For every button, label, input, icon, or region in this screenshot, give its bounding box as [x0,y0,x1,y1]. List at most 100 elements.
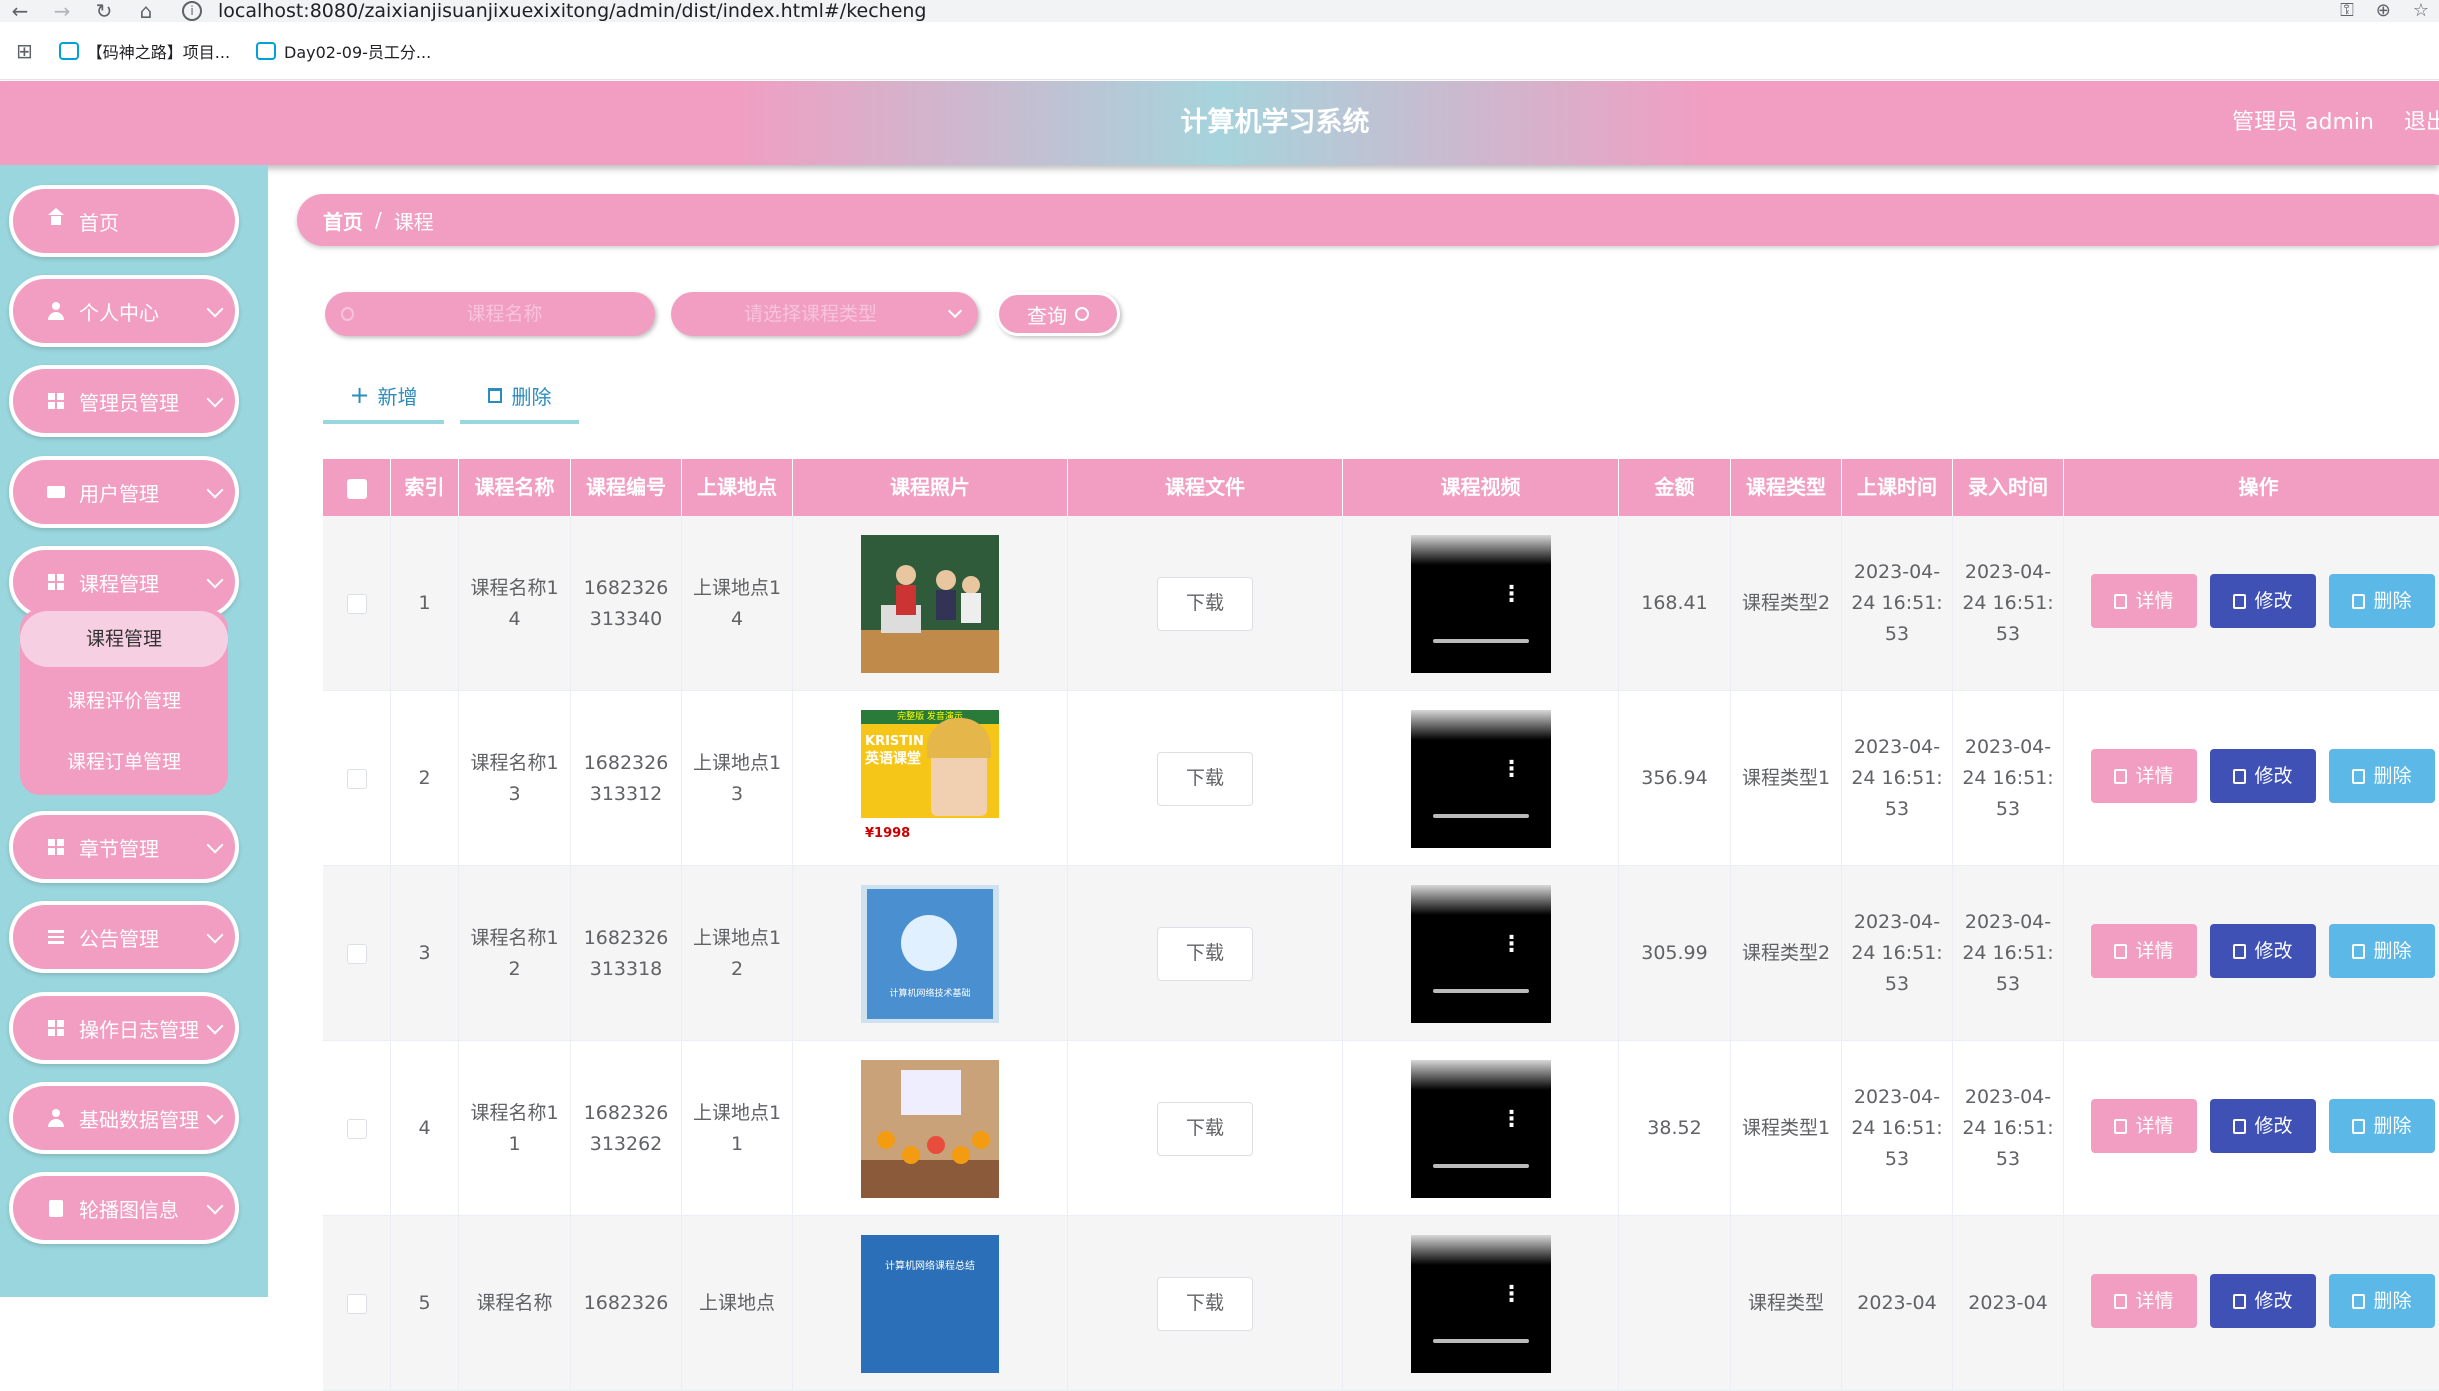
sidebar-item-notice-management[interactable]: 公告管理 [9,901,239,973]
url-field[interactable]: localhost:8080/zaixianjisuanjixuexixiton… [218,0,927,22]
chevron-down-icon [206,1107,224,1125]
more-options-icon[interactable]: ⋮ [1501,933,1523,955]
delete-button[interactable]: 删除 [2329,749,2435,803]
site-info-icon[interactable]: i [182,1,202,21]
chevron-down-icon [206,836,224,854]
download-button[interactable]: 下载 [1157,1101,1253,1156]
table-cell: 2023-04 [1953,1216,2064,1391]
row-checkbox[interactable] [346,593,367,614]
sidebar-item-home[interactable]: 首页 [9,185,239,257]
course-type-select[interactable] [671,292,978,336]
table-cell [323,1041,391,1216]
course-video-player[interactable]: ⋮ [1410,884,1551,1023]
course-name-input[interactable] [354,303,655,325]
detail-button[interactable]: 详情 [2091,1099,2197,1153]
star-icon[interactable]: ☆ [2413,0,2429,21]
cell-entry-time: 2023-04-24 16:51:53 [1962,1086,2054,1170]
edit-label: 修改 [2254,1114,2293,1137]
sidebar-item-label: 用户管理 [79,481,159,506]
edit-button[interactable]: 修改 [2210,1099,2316,1153]
table-cell: 计算机网络课程总结 [793,1216,1068,1391]
edit-button[interactable]: 修改 [2210,574,2316,628]
sidebar-item-user-management[interactable]: 用户管理 [9,456,239,528]
edit-button[interactable]: 修改 [2210,749,2316,803]
table-row: 2 课程名称13 1682326313312 上课地点13 完整版 发音演示 KRISTI… [323,691,2439,866]
logout-link[interactable]: 退出 [2404,81,2439,165]
course-video-player[interactable]: ⋮ [1410,534,1551,673]
more-options-icon[interactable]: ⋮ [1501,1108,1523,1130]
sidebar-item-course-management[interactable]: 课程管理 [9,546,239,618]
video-progress-bar[interactable] [1432,1163,1529,1168]
sidebar-item-chapter-management[interactable]: 章节管理 [9,811,239,883]
detail-button[interactable]: 详情 [2091,749,2197,803]
course-video-player[interactable]: ⋮ [1410,1234,1551,1373]
download-button[interactable]: 下载 [1157,751,1253,806]
download-button[interactable]: 下载 [1157,1276,1253,1331]
row-checkbox[interactable] [346,1118,367,1139]
video-progress-bar[interactable] [1432,1338,1529,1343]
more-options-icon[interactable]: ⋮ [1501,758,1523,780]
grid-icon [47,392,65,410]
apps-icon[interactable]: ⊞ [16,39,33,63]
more-options-icon[interactable]: ⋮ [1501,1283,1523,1305]
column-header: 课程类型 [1731,459,1842,516]
select-all-checkbox[interactable] [346,478,367,499]
sidebar-item-admin-management[interactable]: 管理员管理 [9,365,239,437]
detail-button[interactable]: 详情 [2091,574,2197,628]
reload-icon[interactable]: ↻ [92,0,116,23]
video-progress-bar[interactable] [1432,638,1529,643]
edit-button[interactable]: 修改 [2210,924,2316,978]
detail-button[interactable]: 详情 [2091,1274,2197,1328]
bookmark-item[interactable]: 【码神之路】项目... [58,39,230,63]
home-page-icon[interactable]: ⌂ [134,0,158,23]
pencil-icon [2233,1118,2247,1134]
download-button[interactable]: 下载 [1157,926,1253,981]
edit-button[interactable]: 修改 [2210,1274,2316,1328]
download-button[interactable]: 下载 [1157,576,1253,631]
batch-delete-button[interactable]: 删除 [460,370,579,424]
query-button[interactable]: 查询 [996,292,1120,336]
breadcrumb-home[interactable]: 首页 [323,206,363,235]
bookmark-item[interactable]: Day02-09-员工分... [256,39,431,63]
search-icon [1075,307,1089,321]
photo-caption: 完整版 发音演示 [861,709,999,724]
detail-label: 详情 [2135,939,2174,962]
sidebar-item-personal-center[interactable]: 个人中心 [9,275,239,347]
table-cell: ⋮ [1343,866,1619,1041]
table-cell: 课程类型2 [1731,866,1842,1041]
cell-index: 1 [418,592,431,614]
table-cell: 下载 [1068,866,1343,1041]
video-progress-bar[interactable] [1432,813,1529,818]
sidebar-item-basic-data[interactable]: 基础数据管理 [9,1082,239,1154]
submenu-item-course-review[interactable]: 课程评价管理 [20,673,228,729]
row-checkbox[interactable] [346,768,367,789]
forward-icon[interactable]: → [50,0,74,23]
zoom-icon[interactable]: ⊕ [2376,0,2391,21]
submenu-item-course[interactable]: 课程管理 [20,611,228,667]
course-video-player[interactable]: ⋮ [1410,709,1551,848]
cell-course-name: 课程名称14 [470,576,559,630]
course-type-input[interactable] [671,303,950,325]
cell-amount: 168.41 [1641,592,1708,614]
edit-label: 修改 [2254,764,2293,787]
delete-button[interactable]: 删除 [2329,574,2435,628]
detail-button[interactable]: 详情 [2091,924,2197,978]
table-cell: 课程名称13 [459,691,571,866]
row-checkbox[interactable] [346,943,367,964]
delete-button[interactable]: 删除 [2329,924,2435,978]
table-cell: 课程名称14 [459,516,571,691]
delete-button[interactable]: 删除 [2329,1274,2435,1328]
delete-label: 删除 [2373,589,2412,612]
submenu-item-course-order[interactable]: 课程订单管理 [20,734,228,790]
course-video-player[interactable]: ⋮ [1410,1059,1551,1198]
sidebar-item-carousel[interactable]: 轮播图信息 [9,1172,239,1244]
video-progress-bar[interactable] [1432,988,1529,993]
key-icon[interactable]: ⚿ [2340,0,2354,21]
add-button[interactable]: + 新增 [323,370,444,424]
more-options-icon[interactable]: ⋮ [1501,583,1523,605]
delete-button[interactable]: 删除 [2329,1099,2435,1153]
sidebar-item-label: 轮播图信息 [79,1197,179,1222]
back-icon[interactable]: ← [8,0,32,23]
table-cell: 上课地点14 [682,516,793,691]
sidebar-item-log-management[interactable]: 操作日志管理 [9,992,239,1064]
